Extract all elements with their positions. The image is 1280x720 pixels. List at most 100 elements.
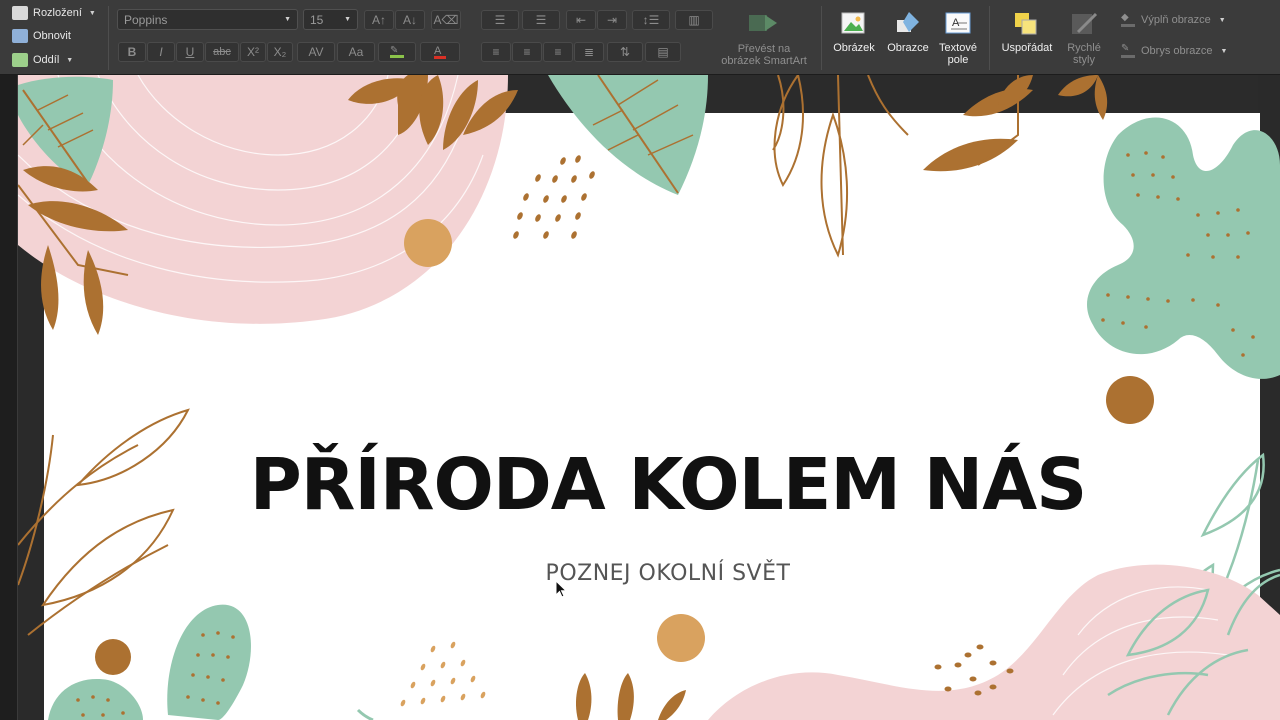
justify-button[interactable]: ≣	[574, 42, 604, 62]
shapes-button[interactable]: Obrazce	[884, 10, 932, 54]
arrange-label: Uspořádat	[1001, 42, 1053, 54]
italic-button[interactable]: I	[147, 42, 175, 62]
font-size-select[interactable]: 15 ▼	[303, 9, 358, 30]
smartart-icon	[749, 15, 777, 31]
chevron-down-icon: ▼	[1218, 16, 1226, 24]
character-spacing-icon: AV	[308, 45, 324, 59]
bullets-button[interactable]: ☰	[481, 10, 519, 30]
indent-icon: ⇥	[606, 13, 618, 27]
presentation-app: Rozložení ▼ Obnovit Oddíl ▼ Poppins ▼ 15…	[0, 0, 1280, 720]
bold-icon: B	[127, 45, 137, 59]
section-label: Oddíl	[33, 54, 60, 66]
reset-label: Obnovit	[33, 30, 71, 42]
mouse-cursor-icon	[555, 580, 568, 598]
section-button[interactable]: Oddíl ▼	[12, 53, 73, 67]
strikethrough-button[interactable]: abc	[205, 42, 239, 62]
align-text-icon: ▤	[657, 45, 669, 59]
highlight-button[interactable]: ✎	[378, 42, 416, 62]
superscript-icon: X²	[247, 45, 259, 59]
chevron-down-icon: ▼	[1220, 47, 1228, 55]
shape-fill-button[interactable]: ◆ Výplň obrazce ▼	[1121, 13, 1226, 27]
align-center-icon: ≡	[523, 45, 531, 59]
align-left-icon: ≡	[492, 45, 500, 59]
numbering-button[interactable]: ☰	[522, 10, 560, 30]
bullet-list-icon: ☰	[494, 13, 506, 27]
shrink-font-icon: A↓	[402, 13, 417, 27]
shape-fill-label: Výplň obrazce	[1141, 14, 1211, 26]
align-right-icon: ≡	[554, 45, 562, 59]
picture-icon	[841, 12, 865, 34]
line-spacing-icon: ↕☰	[642, 13, 660, 27]
pen-outline-icon: ✎	[1121, 44, 1135, 58]
strikethrough-icon: abc	[213, 46, 231, 58]
subscript-button[interactable]: X₂	[267, 42, 293, 62]
shape-outline-label: Obrys obrazce	[1141, 45, 1213, 57]
columns-button[interactable]: ▥	[675, 10, 713, 30]
text-direction-icon: ⇅	[619, 45, 631, 59]
font-color-button[interactable]: A	[420, 42, 460, 62]
justify-icon: ≣	[583, 45, 595, 59]
slide-subtitle[interactable]: POZNEJ OKOLNÍ SVĚT	[18, 561, 1280, 586]
underline-button[interactable]: U	[176, 42, 204, 62]
smartart-label-line1: Převést na	[737, 43, 791, 55]
ribbon-divider	[989, 6, 990, 70]
clear-format-button[interactable]: A⌫	[431, 10, 461, 30]
change-case-icon: Aa	[348, 45, 364, 59]
shapes-label: Obrazce	[887, 42, 929, 54]
textbox-button[interactable]: A Textové pole	[936, 10, 980, 66]
textbox-label-line1: Textové	[939, 42, 977, 54]
chevron-down-icon: ▼	[66, 56, 74, 64]
quick-styles-button[interactable]: Rychlé styly	[1059, 10, 1109, 66]
quick-styles-label-line1: Rychlé	[1067, 42, 1101, 54]
font-size-value: 15	[310, 12, 324, 27]
paint-bucket-icon: ◆	[1121, 13, 1135, 27]
layout-button[interactable]: Rozložení ▼	[12, 6, 96, 20]
chevron-down-icon: ▼	[344, 16, 351, 23]
reset-icon	[12, 29, 28, 43]
decrease-indent-button[interactable]: ⇤	[566, 10, 596, 30]
grow-font-button[interactable]: A↑	[364, 10, 394, 30]
align-text-button[interactable]: ▤	[645, 42, 681, 62]
quick-styles-icon	[1072, 12, 1098, 34]
arrange-button[interactable]: Uspořádat	[996, 10, 1058, 54]
section-icon	[12, 53, 28, 67]
columns-icon: ▥	[688, 13, 700, 27]
textbox-icon: A	[945, 12, 971, 34]
change-case-button[interactable]: Aa	[337, 42, 375, 62]
underline-icon: U	[185, 45, 195, 59]
shape-outline-button[interactable]: ✎ Obrys obrazce ▼	[1121, 44, 1227, 58]
text-direction-button[interactable]: ⇅	[607, 42, 643, 62]
align-left-button[interactable]: ≡	[481, 42, 511, 62]
superscript-button[interactable]: X²	[240, 42, 266, 62]
picture-button[interactable]: Obrázek	[830, 10, 878, 54]
italic-icon: I	[159, 45, 163, 59]
outdent-icon: ⇤	[575, 13, 587, 27]
ribbon-divider	[108, 6, 109, 70]
convert-smartart-button[interactable]: Převést na obrázek SmartArt	[716, 10, 812, 67]
arrange-icon	[1015, 13, 1037, 35]
align-right-button[interactable]: ≡	[543, 42, 573, 62]
numbered-list-icon: ☰	[535, 13, 547, 27]
character-spacing-button[interactable]: AV	[297, 42, 335, 62]
increase-indent-button[interactable]: ⇥	[597, 10, 627, 30]
reset-button[interactable]: Obnovit	[12, 29, 71, 43]
quick-styles-label-line2: styly	[1073, 54, 1095, 66]
font-name-select[interactable]: Poppins ▼	[117, 9, 298, 30]
chevron-down-icon: ▼	[88, 9, 96, 17]
shapes-icon	[897, 12, 919, 32]
clear-format-icon: A⌫	[433, 13, 459, 27]
slide-panel-edge[interactable]	[0, 75, 18, 720]
font-name-value: Poppins	[124, 12, 168, 27]
ribbon-divider	[821, 6, 822, 70]
bold-button[interactable]: B	[118, 42, 146, 62]
smartart-label-line2: obrázek SmartArt	[721, 55, 807, 67]
slide-title[interactable]: PŘÍRODA KOLEM NÁS	[18, 443, 1280, 526]
slide-canvas[interactable]: PŘÍRODA KOLEM NÁS POZNEJ OKOLNÍ SVĚT	[18, 75, 1280, 720]
font-color-icon: A	[434, 45, 446, 59]
layout-label: Rozložení	[33, 7, 82, 19]
ribbon-toolbar: Rozložení ▼ Obnovit Oddíl ▼ Poppins ▼ 15…	[0, 0, 1280, 75]
line-spacing-button[interactable]: ↕☰	[632, 10, 670, 30]
shrink-font-button[interactable]: A↓	[395, 10, 425, 30]
align-center-button[interactable]: ≡	[512, 42, 542, 62]
textbox-label-line2: pole	[947, 54, 969, 66]
